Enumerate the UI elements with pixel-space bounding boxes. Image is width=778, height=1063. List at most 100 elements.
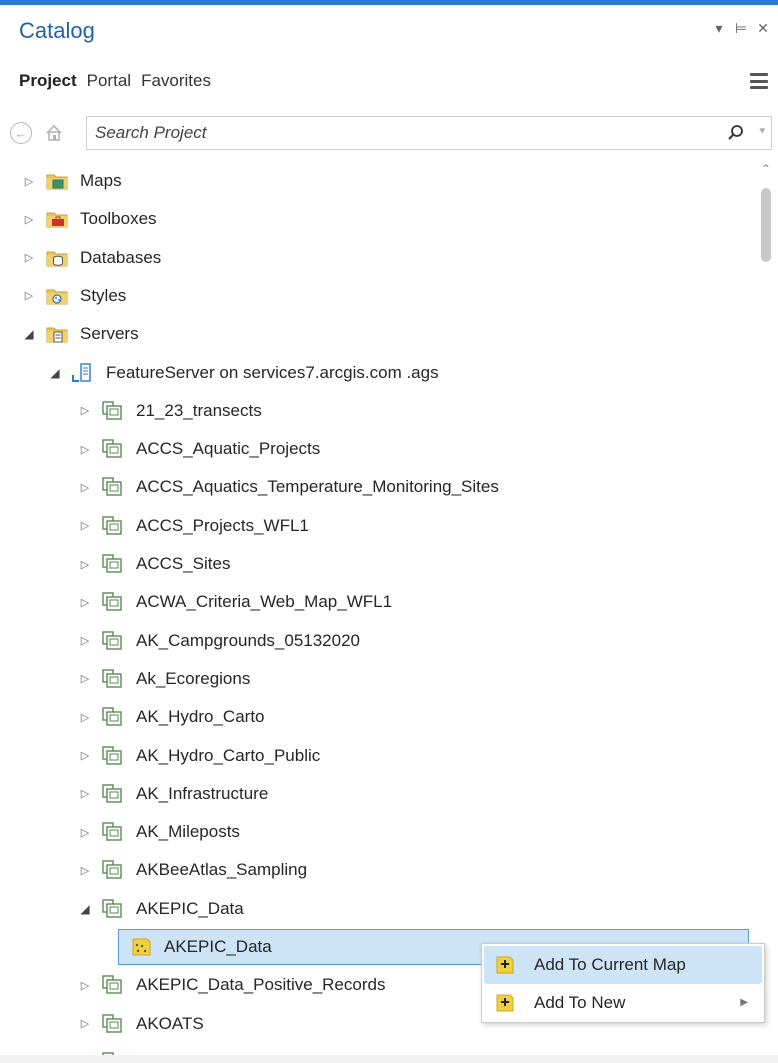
- context-menu: Add To Current Map Add To New ▶: [481, 943, 765, 1023]
- close-icon[interactable]: ✕: [756, 20, 770, 37]
- pane-options-dropdown-icon[interactable]: ▾: [712, 20, 726, 37]
- pane-controls: ▾ ⊨ ✕: [712, 20, 770, 37]
- tree-item[interactable]: ◢ AKEPIC_Data: [0, 890, 750, 928]
- tree-item[interactable]: ▷ AK_Hydro_Carto_Public: [0, 737, 750, 775]
- feature-service-icon: [102, 898, 124, 919]
- tree-item-label: ACCS_Sites: [136, 554, 231, 573]
- tab-project[interactable]: Project: [19, 71, 77, 91]
- tree-item-label: 21_23_transects: [136, 400, 262, 420]
- bottom-strip: [0, 1055, 778, 1063]
- tree-item[interactable]: ▷ AK_Mileposts: [0, 813, 750, 851]
- collapse-arrow-icon[interactable]: ◢: [48, 366, 62, 380]
- expand-arrow-icon[interactable]: ▷: [78, 672, 92, 685]
- tree-item[interactable]: ▷ AK_Campgrounds_05132020: [0, 622, 750, 660]
- feature-service-icon: [102, 477, 124, 497]
- tab-portal[interactable]: Portal: [87, 71, 131, 91]
- auto-hide-pin-icon[interactable]: ⊨: [734, 20, 748, 37]
- tree-item[interactable]: ▷ ACCS_Aquatic_Projects: [0, 430, 750, 468]
- servers-folder-icon: [46, 324, 68, 344]
- feature-service-icon: [102, 630, 124, 651]
- scroll-thumb[interactable]: [761, 188, 771, 262]
- menu-item-add-to-current-map[interactable]: Add To Current Map: [484, 946, 762, 983]
- tree-item[interactable]: ▷ Databases: [0, 239, 750, 277]
- expand-arrow-icon[interactable]: ▷: [78, 519, 92, 532]
- feature-service-icon: [102, 784, 124, 804]
- server-connection-icon: [72, 362, 94, 383]
- styles-folder-icon: [46, 286, 68, 306]
- feature-service-icon: [102, 975, 124, 995]
- tree-item-label: ACCS_Aquatics_Temperature_Monitoring_Sit…: [136, 477, 499, 497]
- tree-item[interactable]: ▷ AK_Hydro_Carto: [0, 698, 750, 736]
- hamburger-menu-icon[interactable]: [750, 73, 768, 89]
- search-options-dropdown-icon[interactable]: ▾: [759, 124, 765, 137]
- tree-item[interactable]: ◢ Servers: [0, 315, 750, 353]
- tree-item-label: Ak_Ecoregions: [136, 668, 251, 688]
- tree-item[interactable]: ▷ ACCS_Sites: [0, 545, 750, 583]
- expand-arrow-icon[interactable]: ▷: [78, 979, 92, 992]
- expand-arrow-icon[interactable]: ▷: [78, 826, 92, 839]
- expand-arrow-icon[interactable]: ▷: [78, 787, 92, 800]
- tree-item-label: FeatureServer on services7.arcgis.com .a…: [106, 362, 439, 382]
- scroll-up-icon[interactable]: ⌃: [761, 162, 771, 176]
- tree-item-label: AKEPIC_Data: [164, 937, 272, 956]
- tree-item-label: AKEPIC_Data_Positive_Records: [136, 975, 386, 995]
- feature-service-icon: [102, 745, 124, 766]
- tree-item[interactable]: ▷ ACCS_Projects_WFL1: [0, 507, 750, 545]
- expand-arrow-icon[interactable]: ▷: [78, 749, 92, 762]
- tree-item-label: Servers: [80, 324, 139, 344]
- expand-arrow-icon[interactable]: ▷: [78, 864, 92, 877]
- tree-item-label: AK_Hydro_Carto: [136, 707, 265, 727]
- tree-item[interactable]: ▷ AK_Infrastructure: [0, 775, 750, 813]
- tree-item[interactable]: ▷ ACCS_Aquatics_Temperature_Monitoring_Si…: [0, 468, 750, 506]
- expand-arrow-icon[interactable]: ▷: [78, 481, 92, 494]
- tree-item[interactable]: ▷ Ak_Ecoregions: [0, 660, 750, 698]
- feature-service-icon: [102, 515, 124, 536]
- menu-item-label: Add To Current Map: [534, 954, 686, 974]
- tree-item[interactable]: ▷ Styles: [0, 277, 750, 315]
- tree-scrollbar[interactable]: ⌃: [756, 160, 778, 1055]
- home-icon[interactable]: [44, 123, 64, 143]
- feature-service-icon: [102, 554, 124, 574]
- expand-arrow-icon[interactable]: ▷: [78, 558, 92, 571]
- pane-title: Catalog: [19, 18, 95, 43]
- tree-item-label: ACWA_Criteria_Web_Map_WFL1: [136, 592, 393, 612]
- back-arrow-icon[interactable]: ←: [10, 122, 32, 144]
- menu-item-add-to-new[interactable]: Add To New ▶: [484, 984, 762, 1021]
- collapse-arrow-icon[interactable]: ◢: [22, 327, 36, 341]
- tree-item-label: ACCS_Aquatic_Projects: [136, 439, 321, 459]
- tree-item[interactable]: ▷ Toolboxes: [0, 200, 750, 238]
- feature-service-icon: [102, 707, 124, 727]
- tree-item[interactable]: ◢ FeatureServer on services7.arcgis.com .…: [0, 354, 750, 392]
- expand-arrow-icon[interactable]: ▷: [78, 711, 92, 724]
- expand-arrow-icon[interactable]: ▷: [78, 596, 92, 609]
- catalog-tabs: Project Portal Favorites: [19, 71, 211, 91]
- window-top-accent: [0, 0, 778, 5]
- search-icon[interactable]: [727, 124, 745, 147]
- expand-arrow-icon[interactable]: ▷: [22, 289, 36, 302]
- expand-arrow-icon[interactable]: ▷: [78, 443, 92, 456]
- expand-arrow-icon[interactable]: ▷: [78, 404, 92, 417]
- feature-service-icon: [102, 401, 124, 421]
- tree-item-label: AK_Hydro_Carto_Public: [136, 745, 321, 765]
- point-layer-icon: [130, 937, 152, 957]
- tree-item-label: Styles: [80, 285, 127, 305]
- feature-service-icon: [102, 822, 124, 842]
- collapse-arrow-icon[interactable]: ◢: [78, 902, 92, 916]
- expand-arrow-icon[interactable]: ▷: [22, 251, 36, 264]
- tree-item[interactable]: ▷ ACWA_Criteria_Web_Map_WFL1: [0, 583, 750, 621]
- tree-item[interactable]: ▷ AKBeeAtlas_Sampling: [0, 851, 750, 889]
- search-box: ▾: [86, 116, 772, 150]
- tab-favorites[interactable]: Favorites: [141, 71, 211, 91]
- expand-arrow-icon[interactable]: ▷: [22, 175, 36, 188]
- tree-item[interactable]: ▷ 21_23_transects: [0, 392, 750, 430]
- toolboxes-folder-icon: [46, 209, 68, 229]
- expand-arrow-icon[interactable]: ▷: [78, 634, 92, 647]
- feature-service-icon: [102, 592, 124, 612]
- search-input[interactable]: [87, 117, 707, 149]
- maps-folder-icon: [46, 171, 68, 191]
- feature-service-icon: [102, 669, 124, 689]
- tree-item[interactable]: ▷AKSSF_All_Si: [0, 1043, 750, 1055]
- tree-item[interactable]: ▷ Maps: [0, 162, 750, 200]
- expand-arrow-icon[interactable]: ▷: [78, 1017, 92, 1030]
- expand-arrow-icon[interactable]: ▷: [22, 213, 36, 226]
